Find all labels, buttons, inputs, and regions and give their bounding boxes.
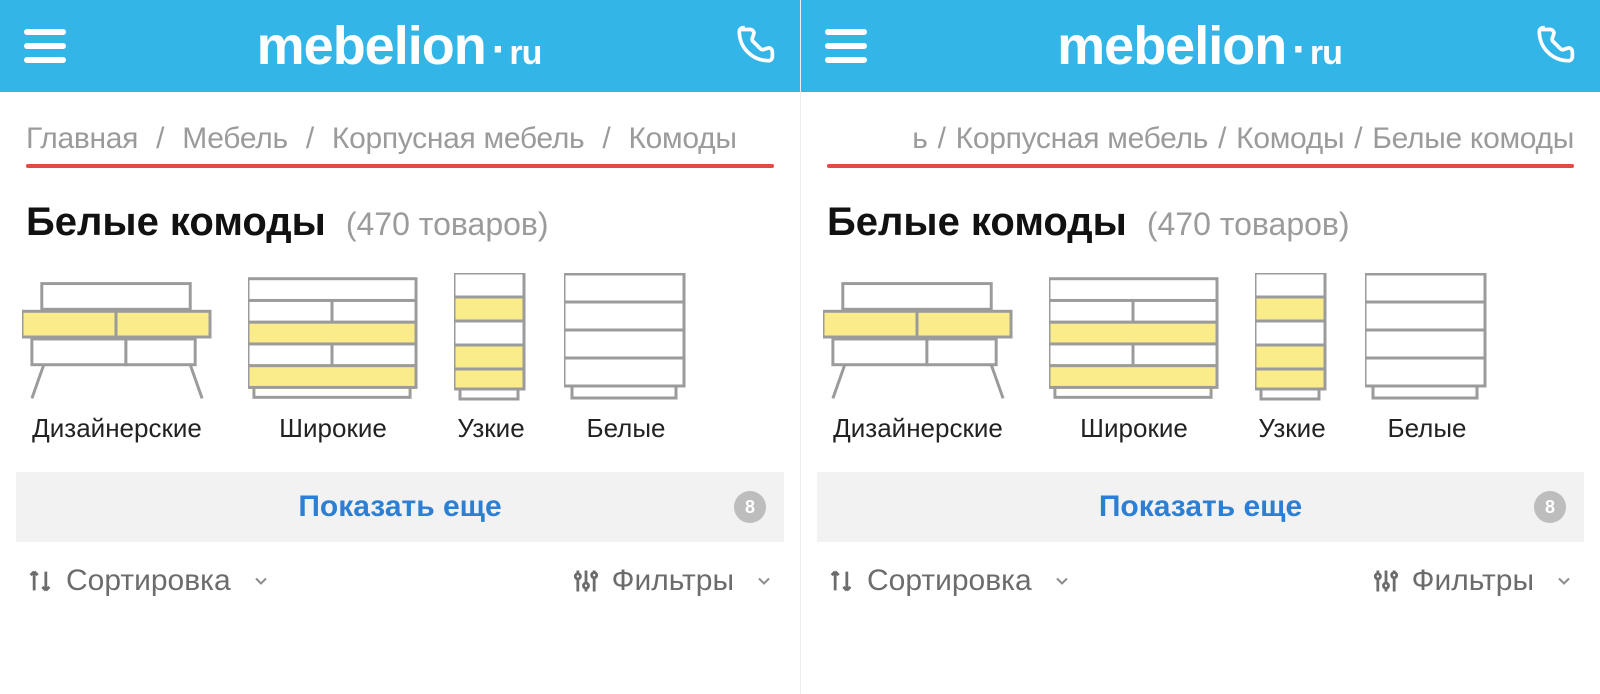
filter-label: Фильтры [1412, 564, 1534, 598]
sort-label: Сортировка [867, 564, 1032, 598]
thumb-wide[interactable]: Широкие [248, 277, 418, 444]
sort-button[interactable]: Сортировка [827, 564, 1072, 598]
dresser-designer-icon [22, 273, 212, 403]
site-logo[interactable]: mebelion · ru [257, 15, 542, 77]
crumb[interactable]: Комоды [1236, 122, 1344, 156]
thumb-label: Дизайнерские [833, 413, 1003, 444]
app-header: mebelion · ru [0, 0, 800, 92]
show-more-label: Показать еще [298, 490, 501, 524]
dresser-designer-icon [823, 273, 1013, 403]
crumb-sep-icon: / [602, 122, 610, 155]
crumb[interactable]: ь [912, 122, 927, 156]
crumb[interactable]: Корпусная мебель [332, 122, 584, 155]
show-more-label: Показать еще [1099, 490, 1302, 524]
sort-icon [827, 567, 855, 595]
logo-dot-icon: · [1292, 25, 1306, 75]
show-more-badge: 8 [734, 491, 766, 523]
dresser-wide-icon [1049, 277, 1219, 403]
thumb-label: Белые [1388, 413, 1467, 444]
filter-button[interactable]: Фильтры [572, 564, 774, 598]
thumb-white[interactable]: Белые [564, 273, 688, 444]
app-header: mebelion · ru [801, 0, 1600, 92]
menu-icon[interactable] [825, 25, 867, 67]
filter-label: Фильтры [612, 564, 734, 598]
crumb[interactable]: Главная [26, 122, 138, 155]
thumb-label: Узкие [1258, 413, 1325, 444]
chevron-down-icon [754, 571, 774, 591]
sliders-icon [572, 567, 600, 595]
crumb-sep-icon: / [1354, 122, 1362, 156]
crumb[interactable]: Комоды [629, 122, 737, 155]
chevron-down-icon [1554, 571, 1574, 591]
sort-button[interactable]: Сортировка [26, 564, 271, 598]
thumb-wide[interactable]: Широкие [1049, 277, 1219, 444]
crumb-sep-icon: / [156, 122, 164, 155]
logo-text: mebelion [257, 15, 486, 77]
thumb-white[interactable]: Белые [1365, 273, 1489, 444]
logo-suffix: ru [1310, 34, 1342, 73]
crumb-sep-icon: / [1218, 122, 1226, 156]
crumb[interactable]: Мебель [182, 122, 288, 155]
show-more-badge: 8 [1534, 491, 1566, 523]
thumb-designer[interactable]: Дизайнерские [823, 273, 1013, 444]
crumb-sep-icon: / [938, 122, 946, 156]
category-thumbs: Дизайнерские Широкие Узкие Белые [0, 255, 800, 448]
thumb-narrow[interactable]: Узкие [1255, 273, 1329, 444]
thumb-label: Дизайнерские [32, 413, 202, 444]
sliders-icon [1372, 567, 1400, 595]
thumb-label: Широкие [279, 413, 387, 444]
dresser-narrow-icon [1255, 273, 1329, 403]
breadcrumb: ь / Корпусная мебель / Комоды / Белые ко… [801, 92, 1600, 178]
category-thumbs: Дизайнерские Широкие Узкие Белые [801, 255, 1600, 448]
site-logo[interactable]: mebelion · ru [1057, 15, 1342, 77]
crumb[interactable]: Корпусная мебель [956, 122, 1208, 156]
show-more-button[interactable]: Показать еще 8 [817, 472, 1584, 542]
breadcrumb-track: Главная / Мебель / Корпусная мебель / Ко… [26, 122, 774, 156]
breadcrumb: Главная / Мебель / Корпусная мебель / Ко… [0, 92, 800, 178]
underline-accent [26, 164, 774, 168]
page-title-bar: Белые комоды (470 товаров) [801, 178, 1600, 255]
phone-icon[interactable] [732, 24, 776, 68]
pane-right: mebelion · ru ь / Корпусная мебель / Ком… [800, 0, 1600, 694]
dresser-white-icon [564, 273, 688, 403]
logo-dot-icon: · [492, 25, 506, 75]
thumb-designer[interactable]: Дизайнерские [22, 273, 212, 444]
item-count: (470 товаров) [1147, 206, 1350, 243]
sort-filter-bar: Сортировка Фильтры [801, 552, 1600, 598]
chevron-down-icon [251, 571, 271, 591]
page-title-bar: Белые комоды (470 товаров) [0, 178, 800, 255]
chevron-down-icon [1052, 571, 1072, 591]
breadcrumb-track: ь / Корпусная мебель / Комоды / Белые ко… [827, 122, 1574, 156]
dresser-narrow-icon [454, 273, 528, 403]
phone-icon[interactable] [1532, 24, 1576, 68]
show-more-button[interactable]: Показать еще 8 [16, 472, 784, 542]
logo-suffix: ru [509, 34, 541, 73]
filter-button[interactable]: Фильтры [1372, 564, 1574, 598]
thumb-label: Белые [587, 413, 666, 444]
thumb-narrow[interactable]: Узкие [454, 273, 528, 444]
crumb[interactable]: Белые комоды [1372, 122, 1574, 156]
dresser-wide-icon [248, 277, 418, 403]
thumb-label: Широкие [1080, 413, 1188, 444]
crumb-sep-icon: / [306, 122, 314, 155]
page-title: Белые комоды [827, 200, 1127, 245]
sort-icon [26, 567, 54, 595]
sort-label: Сортировка [66, 564, 231, 598]
underline-accent [827, 164, 1574, 168]
menu-icon[interactable] [24, 25, 66, 67]
item-count: (470 товаров) [346, 206, 549, 243]
logo-text: mebelion [1057, 15, 1286, 77]
dresser-white-icon [1365, 273, 1489, 403]
sort-filter-bar: Сортировка Фильтры [0, 552, 800, 598]
page-title: Белые комоды [26, 200, 326, 245]
pane-left: mebelion · ru Главная / Мебель / Корпусн… [0, 0, 800, 694]
thumb-label: Узкие [457, 413, 524, 444]
